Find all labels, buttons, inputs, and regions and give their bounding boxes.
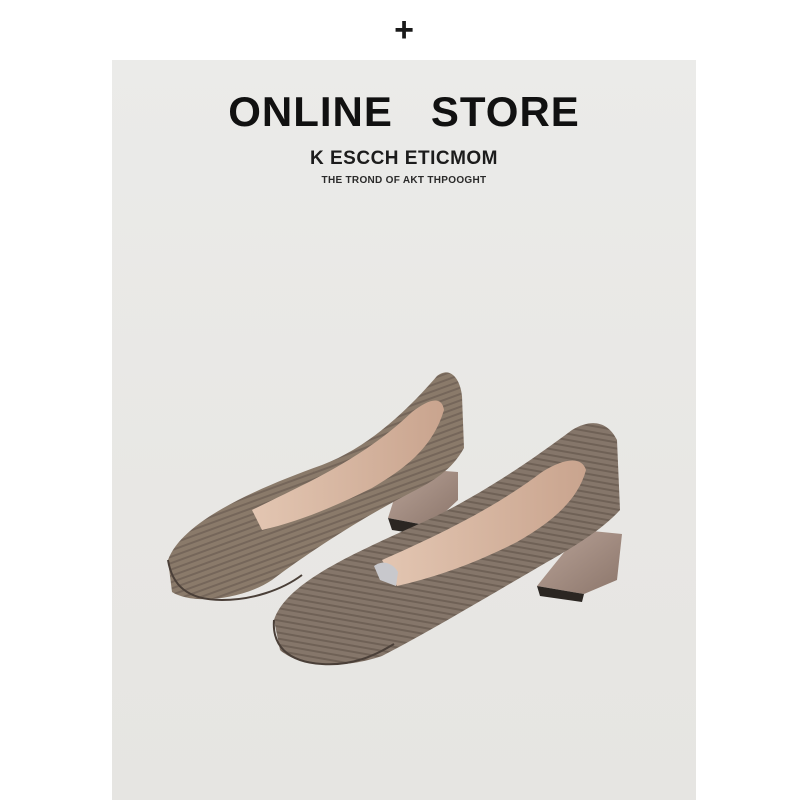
product-banner: ONLINE STORE K ESCCH ETICMOM THE TROND O…: [112, 60, 696, 800]
shoe-pair-image: [167, 372, 622, 666]
plus-icon[interactable]: +: [390, 12, 418, 48]
